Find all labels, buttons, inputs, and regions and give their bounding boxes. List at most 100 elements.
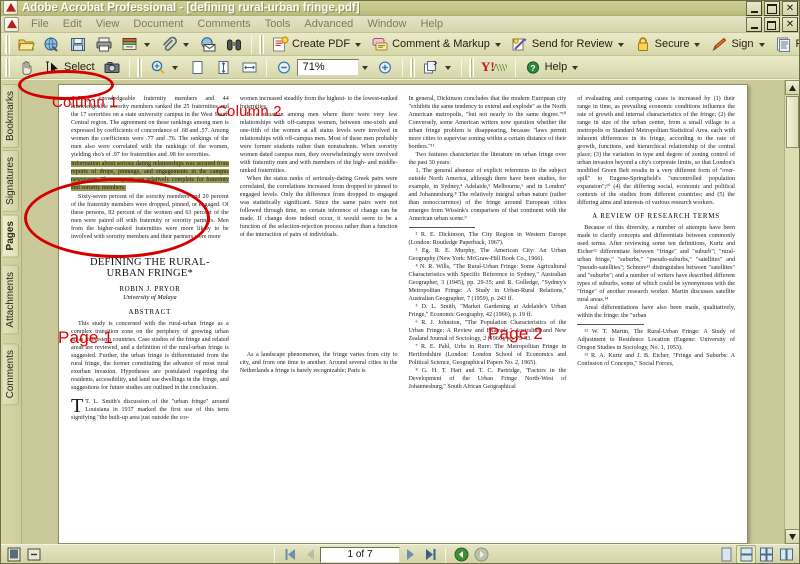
previous-view-button[interactable] [451,545,471,564]
paragraph: In a situation among men where there wer… [239,112,398,174]
single-page-layout-button[interactable] [716,545,736,564]
toolbar-grip[interactable] [5,34,10,54]
chevron-down-icon[interactable] [183,43,189,47]
menu-view[interactable]: View [89,16,127,32]
floppy-disk-icon [69,36,87,53]
hand-tool-button[interactable] [13,56,39,78]
minimize-button[interactable] [746,1,762,16]
toolbar-grip[interactable] [409,57,415,77]
help-button[interactable]: ? Help [520,56,585,78]
fit-page-button[interactable] [210,56,236,78]
show-navigation-pane-button[interactable] [4,545,24,564]
footnote: ⁵ D. L. Smith, "Market Gardening at Adel… [408,304,567,318]
scroll-down-button[interactable] [785,529,800,544]
select-tool-button[interactable]: Select [39,56,99,78]
chevron-down-icon[interactable] [444,66,451,70]
menu-file[interactable]: File [24,16,56,32]
sidebar-tab-signatures[interactable]: Signatures [2,150,19,212]
menu-window[interactable]: Window [360,16,413,32]
yahoo-icon: Y!/\\\\ [481,59,507,76]
abstract-text: This study is concerned with the rural-u… [71,321,229,391]
document-close-button[interactable]: ✕ [782,17,798,32]
menu-advanced[interactable]: Advanced [297,16,360,32]
previous-page-button[interactable] [300,545,320,564]
toolbar-separator [251,34,252,54]
article-author: ROBIN J. PRYOR [119,285,181,293]
footnote: ⁷ R. E. Pahl, Urbs in Rure: The Metropol… [408,344,567,366]
facing-layout-button[interactable] [756,545,776,564]
zoom-tool-button[interactable] [145,56,184,78]
attach-file-button[interactable] [156,33,195,55]
page-number-input[interactable]: 1 of 7 [320,546,400,563]
fit-width-button[interactable] [236,56,262,78]
sidebar-tab-comments[interactable]: Comments [2,342,19,406]
print-button[interactable] [91,33,117,55]
paragraph: Areal differentiations have also been ma… [577,305,735,319]
menu-help[interactable]: Help [413,16,450,32]
document-view[interactable]: Fifty knowledgeable fraternity members a… [22,80,784,544]
email-button[interactable] [195,33,221,55]
chevron-down-icon[interactable] [758,43,765,47]
open-button[interactable] [13,33,39,55]
window-controls: ✕ [746,1,798,16]
email-attach-button[interactable] [117,33,156,55]
actual-size-button[interactable] [184,56,210,78]
zoom-dropdown-button[interactable] [359,59,372,76]
toolbar-grip[interactable] [136,57,142,77]
create-pdf-button[interactable]: Create PDF [267,33,367,55]
chevron-down-icon[interactable] [144,43,150,47]
secure-button[interactable]: Secure [630,33,707,55]
sidebar-tab-bookmarks[interactable]: Bookmarks [2,84,19,149]
menu-document[interactable]: Document [126,16,190,32]
maximize-button[interactable] [764,1,780,16]
zoom-out-button[interactable] [271,56,297,78]
send-for-review-button[interactable]: Send for Review [507,33,630,55]
chevron-down-icon[interactable] [494,43,501,47]
continuous-layout-button[interactable] [736,545,756,564]
zoom-level-input[interactable]: 71% [296,58,359,76]
pdf-page[interactable]: Fifty knowledgeable fraternity members a… [58,84,748,544]
close-button[interactable]: ✕ [782,1,798,16]
drop-cap: T [71,395,84,417]
yahoo-toolbar-button[interactable]: Y!/\\\\ [477,56,511,78]
sidebar-tab-attachments[interactable]: Attachments [2,265,19,335]
highlighted-text[interactable]: Information about serious dating relatio… [71,161,229,191]
continuous-facing-layout-button[interactable] [776,545,796,564]
footnote-rule [577,324,644,325]
hide-pane-button[interactable] [24,545,44,564]
menu-comments[interactable]: Comments [191,16,258,32]
toolbar-grip[interactable] [468,57,474,77]
vertical-scrollbar[interactable] [784,80,800,544]
rotate-pages-button[interactable] [418,56,457,78]
menu-edit[interactable]: Edit [56,16,89,32]
scroll-up-button[interactable] [785,80,800,95]
scrollbar-thumb[interactable] [786,96,799,148]
next-page-button[interactable] [400,545,420,564]
camera-snapshot-icon [103,59,121,76]
chevron-down-icon[interactable] [355,43,362,47]
first-page-button[interactable] [280,545,300,564]
zoom-in-button[interactable] [372,56,398,78]
chevron-down-icon[interactable] [572,66,579,70]
toolbar-grip[interactable] [5,57,10,77]
save-button[interactable] [65,33,91,55]
document-minimize-button[interactable] [746,17,762,32]
sidebar-tab-pages[interactable]: Pages [2,213,19,258]
comment-markup-button[interactable]: Comment & Markup [367,33,507,55]
chevron-down-icon[interactable] [617,43,624,47]
toolbar-grip[interactable] [259,34,264,54]
forms-button[interactable]: Forms [771,33,800,55]
menu-tools[interactable]: Tools [258,16,298,32]
next-view-button[interactable] [471,545,491,564]
rotate-pages-icon [422,59,440,76]
document-restore-button[interactable] [764,17,780,32]
snapshot-tool-button[interactable] [99,56,125,78]
search-button[interactable] [221,33,247,55]
last-page-button[interactable] [420,545,440,564]
organizer-button[interactable] [39,33,65,55]
toolbar-separator [514,57,516,77]
page-column-1: Fifty knowledgeable fraternity members a… [71,95,229,543]
sign-button[interactable]: Sign [706,33,770,55]
chevron-down-icon[interactable] [171,66,178,70]
chevron-down-icon[interactable] [694,43,701,47]
